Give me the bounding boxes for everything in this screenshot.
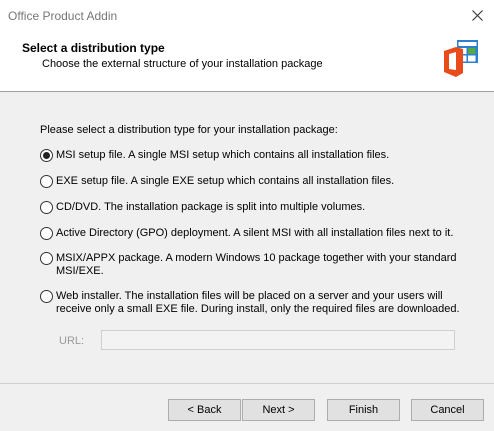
radio-web-installer[interactable]: [40, 290, 53, 303]
back-button[interactable]: < Back: [168, 399, 241, 421]
option-web-installer[interactable]: Web installer. The installation files wi…: [40, 290, 476, 316]
close-button[interactable]: [460, 0, 494, 30]
radio-cd-dvd[interactable]: [40, 201, 53, 214]
option-msix[interactable]: MSIX/APPX package. A modern Windows 10 p…: [40, 252, 476, 278]
option-exe-label: EXE setup file. A single EXE setup which…: [56, 175, 395, 187]
radio-gpo[interactable]: [40, 227, 53, 240]
window-title: Office Product Addin: [8, 9, 118, 23]
option-cd-dvd-label: CD/DVD. The installation package is spli…: [56, 201, 366, 213]
option-web-installer-label: Web installer. The installation files wi…: [56, 290, 460, 315]
option-cd-dvd[interactable]: CD/DVD. The installation package is spli…: [40, 201, 476, 214]
distribution-prompt: Please select a distribution type for yo…: [40, 124, 338, 136]
cancel-button[interactable]: Cancel: [411, 399, 484, 421]
radio-exe[interactable]: [40, 175, 53, 188]
wizard-content: Please select a distribution type for yo…: [0, 92, 494, 383]
radio-msix[interactable]: [40, 252, 53, 265]
radio-msi[interactable]: [40, 149, 53, 162]
url-label: URL:: [59, 335, 85, 347]
option-gpo-label: Active Directory (GPO) deployment. A sil…: [56, 227, 454, 239]
finish-button[interactable]: Finish: [327, 399, 400, 421]
option-msi[interactable]: MSI setup file. A single MSI setup which…: [40, 149, 476, 162]
next-button[interactable]: Next >: [242, 399, 315, 421]
option-exe[interactable]: EXE setup file. A single EXE setup which…: [40, 175, 476, 188]
wizard-header: Select a distribution type Choose the ex…: [0, 30, 494, 92]
url-input[interactable]: [101, 330, 455, 350]
footer-divider: [0, 383, 494, 384]
close-icon: [471, 9, 483, 21]
title-bar: Office Product Addin: [0, 0, 494, 30]
page-subtitle: Choose the external structure of your in…: [42, 58, 323, 70]
page-title: Select a distribution type: [22, 41, 165, 55]
option-msi-label: MSI setup file. A single MSI setup which…: [56, 149, 390, 161]
option-msix-label: MSIX/APPX package. A modern Windows 10 p…: [56, 252, 457, 277]
office-logo-icon: [444, 40, 478, 77]
option-gpo[interactable]: Active Directory (GPO) deployment. A sil…: [40, 227, 476, 240]
